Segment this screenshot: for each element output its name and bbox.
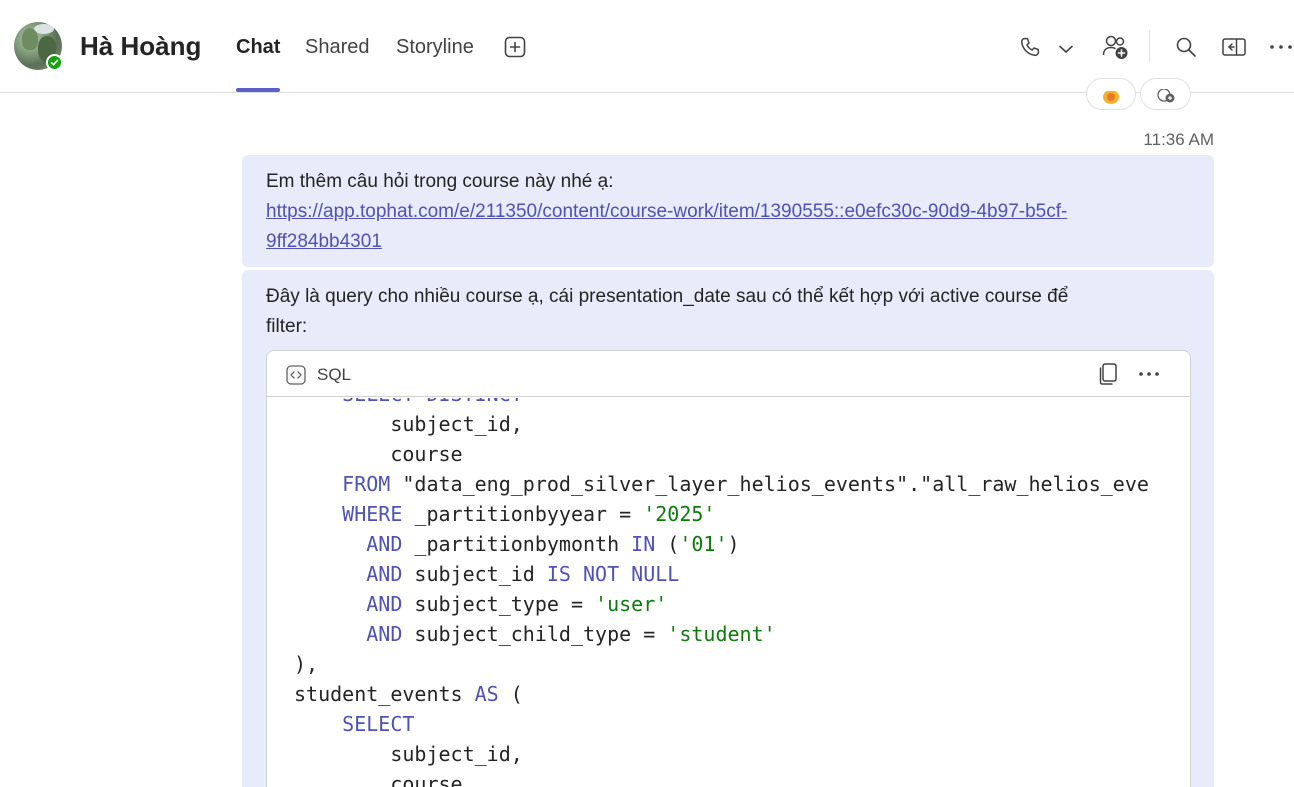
active-tab-indicator: [236, 88, 280, 92]
message-text: Đây là query cho nhiều course ạ, cái pre…: [266, 286, 1069, 307]
code-line: course: [294, 439, 463, 469]
code-token: _partitionbyyear =: [402, 502, 644, 526]
copy-code-button[interactable]: [1095, 361, 1121, 387]
code-keyword: IN: [631, 532, 656, 556]
code-token: subject_id: [402, 562, 547, 586]
code-keyword: AND: [366, 562, 403, 586]
message-bubble[interactable]: Đây là query cho nhiều course ạ, cái pre…: [242, 270, 1214, 787]
phone-icon: [1020, 37, 1040, 57]
code-token: subject_id,: [294, 412, 523, 436]
plus-square-icon: [504, 36, 526, 58]
call-options-button[interactable]: [1054, 37, 1078, 61]
code-keyword: IS NOT NULL: [546, 562, 680, 586]
tab-storyline[interactable]: Storyline: [396, 36, 474, 59]
message-link-continued[interactable]: 9ff284bb4301: [266, 227, 1186, 257]
code-string: 'student': [667, 622, 776, 646]
code-token: student_events: [294, 682, 475, 706]
tab-shared[interactable]: Shared: [305, 36, 370, 59]
code-content[interactable]: SELECT DISTINCT subject_id, course FROM …: [267, 398, 1190, 787]
code-line: subject_id,: [294, 739, 523, 769]
code-keyword: AND: [366, 592, 403, 616]
code-token: subject_id,: [294, 742, 523, 766]
code-line: AND subject_child_type = 'student': [294, 619, 776, 649]
code-token: ),: [294, 652, 319, 676]
code-line: student_events AS (: [294, 679, 523, 709]
code-keyword: FROM: [342, 472, 391, 496]
message-text: Em thêm câu hỏi trong course này nhé ạ:: [266, 171, 614, 192]
code-language-label: SQL: [317, 365, 352, 384]
message-bubble[interactable]: Em thêm câu hỏi trong course này nhé ạ: …: [242, 155, 1214, 267]
code-line: subject_id,: [294, 409, 523, 439]
message-link[interactable]: https://app.tophat.com/e/211350/content/…: [266, 197, 1186, 227]
code-line: AND _partitionbymonth IN ('01'): [294, 529, 740, 559]
code-keyword: AND: [366, 532, 403, 556]
add-tab-button[interactable]: [502, 34, 528, 60]
chevron-down-icon: [1059, 45, 1073, 53]
tab-chat[interactable]: Chat: [236, 36, 280, 59]
add-people-icon: [1102, 35, 1128, 59]
code-block-header: SQL: [267, 351, 1190, 397]
code-token: (: [498, 682, 523, 706]
reaction-chip[interactable]: [1086, 78, 1136, 110]
search-icon: [1176, 37, 1196, 57]
code-string: '2025': [643, 502, 716, 526]
code-line: SELECT: [294, 709, 414, 739]
code-keyword: AS: [474, 682, 499, 706]
code-keyword: SELECT DISTINCT: [342, 398, 523, 406]
code-line: AND subject_type = 'user': [294, 589, 667, 619]
code-token: course: [294, 772, 463, 787]
emoji-reaction-icon: [1103, 91, 1119, 104]
more-icon: [1139, 372, 1159, 376]
code-token: _partitionbymonth: [402, 532, 632, 556]
code-token: course: [294, 442, 463, 466]
code-string: '01': [679, 532, 728, 556]
code-line: WHERE _partitionbyyear = '2025': [294, 499, 715, 529]
add-reaction-button[interactable]: [1140, 78, 1191, 110]
add-reaction-icon: [1157, 89, 1175, 103]
code-icon: [286, 365, 306, 385]
message-timestamp: 11:36 AM: [1143, 130, 1214, 149]
copy-icon: [1099, 363, 1117, 385]
code-line: ),: [294, 649, 318, 679]
code-more-button[interactable]: [1136, 364, 1162, 384]
message-text-continued: filter:: [266, 316, 308, 337]
header-divider: [1149, 30, 1150, 62]
more-options-button[interactable]: [1268, 35, 1294, 59]
code-line: SELECT DISTINCT: [294, 398, 523, 409]
code-line: course: [294, 769, 463, 787]
code-string: 'user': [595, 592, 668, 616]
more-icon: [1270, 45, 1292, 49]
open-side-panel-button[interactable]: [1219, 33, 1249, 61]
side-panel-icon: [1222, 38, 1246, 56]
contact-name[interactable]: Hà Hoàng: [80, 31, 201, 62]
code-token: subject_child_type =: [402, 622, 668, 646]
code-keyword: AND: [366, 622, 403, 646]
code-keyword: SELECT: [342, 712, 415, 736]
code-block: SQL SELECT DISTINCT subject_id, course F…: [266, 350, 1191, 787]
code-token: ): [727, 532, 740, 556]
code-keyword: WHERE: [342, 502, 403, 526]
code-line: FROM "data_eng_prod_silver_layer_helios_…: [294, 469, 1149, 499]
code-token: "data_eng_prod_silver_layer_helios_event…: [390, 472, 1149, 496]
call-button[interactable]: [1016, 33, 1044, 61]
code-token: subject_type =: [402, 592, 596, 616]
presence-available-icon: [46, 54, 63, 71]
add-people-button[interactable]: [1099, 31, 1131, 63]
code-line: AND subject_id IS NOT NULL: [294, 559, 679, 589]
code-token: (: [655, 532, 680, 556]
search-button[interactable]: [1172, 33, 1200, 61]
